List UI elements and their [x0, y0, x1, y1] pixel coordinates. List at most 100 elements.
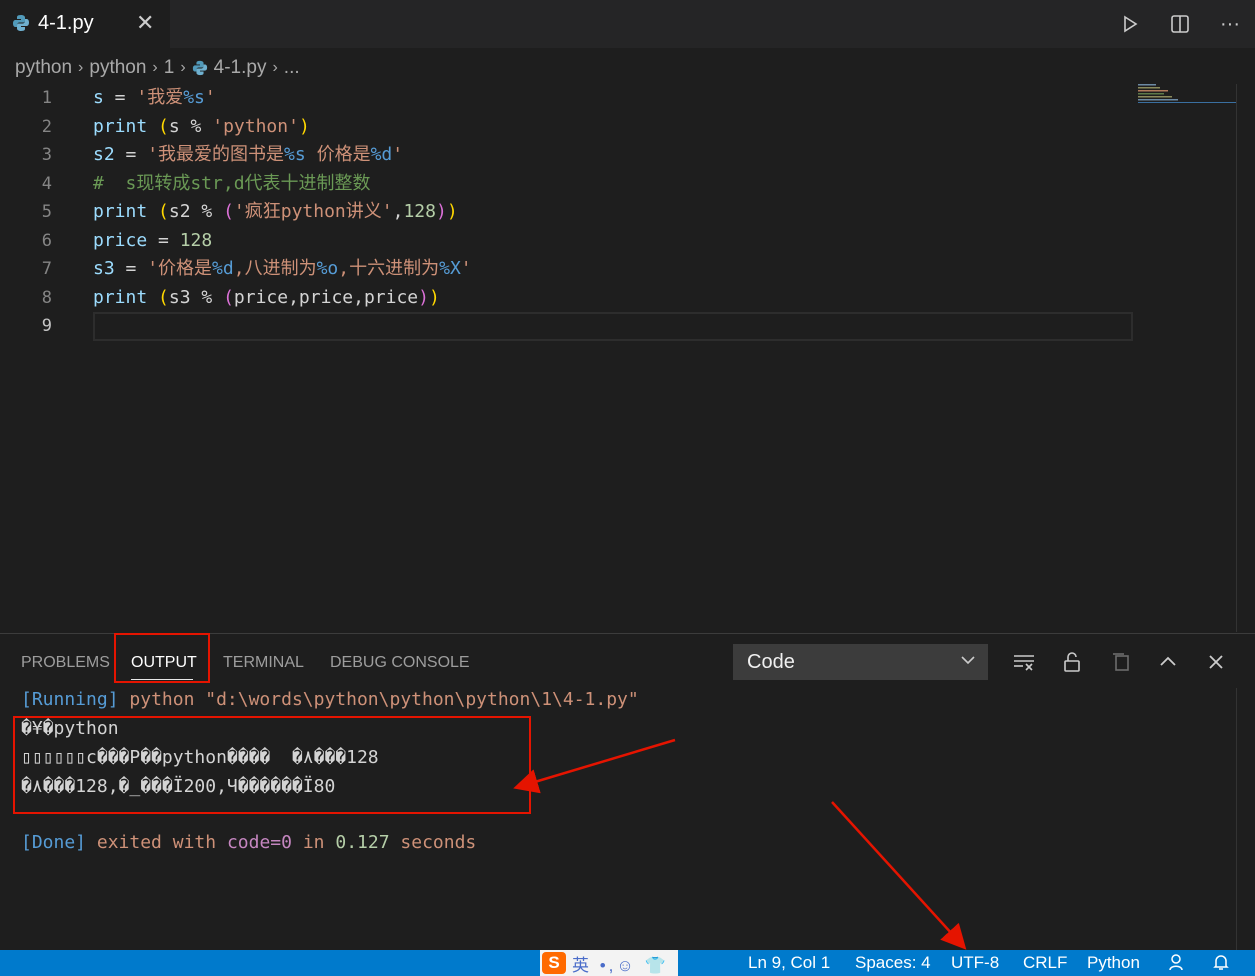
elapsed-time: 0.127 [335, 832, 390, 853]
code-token: = [103, 87, 137, 108]
chevron-right-icon: › [78, 59, 84, 76]
code-line[interactable]: # s现转成str,d代表十进制整数 [93, 170, 1133, 199]
code-token: s3 [93, 258, 115, 279]
play-icon [1124, 15, 1138, 33]
bottom-panel: PROBLEMS OUTPUT TERMINAL DEBUG CONSOLE C… [0, 633, 1255, 951]
breadcrumb-item[interactable]: ... [284, 57, 300, 79]
done-word: with [172, 832, 217, 853]
code-token: , [392, 201, 404, 222]
code-line[interactable]: s2 = '我最爱的图书是%s 价格是%d' [93, 141, 1133, 170]
cursor-position[interactable]: Ln 9, Col 1 [748, 953, 830, 973]
close-icon [1209, 655, 1223, 669]
split-editor-icon [1171, 15, 1189, 33]
editor-scrollbar[interactable] [1236, 84, 1255, 632]
code-token: ' [204, 87, 216, 108]
code-token: ) [418, 286, 429, 308]
code-line[interactable]: s = '我爱%s' [93, 84, 1133, 113]
code-line[interactable]: s3 = '价格是%d,八进制为%o,十六进制为%X' [93, 255, 1133, 284]
code-token: s % [168, 115, 213, 137]
chevron-right-icon: › [152, 59, 158, 76]
code-editor[interactable]: 123456789 s = '我爱%s' print (s % 'python')… [0, 84, 1255, 632]
indentation[interactable]: Spaces: 4 [855, 953, 931, 973]
open-log-file-button[interactable] [1107, 648, 1135, 676]
clear-output-button[interactable] [1010, 648, 1038, 676]
done-tag: [Done] [21, 832, 87, 853]
code-token: %d [212, 258, 234, 279]
code-token: ) [298, 115, 310, 137]
breadcrumb: python › python › 1 › 4-1.py › ... [15, 55, 300, 81]
chevron-down-icon [960, 652, 976, 673]
unlock-icon [1064, 652, 1080, 672]
code-line[interactable]: price = 128 [93, 227, 1133, 256]
output-scrollbar[interactable] [1236, 688, 1255, 951]
code-line[interactable]: print (s3 % (price,price,price)) [93, 284, 1133, 313]
code-line[interactable] [93, 312, 1133, 341]
code-line[interactable]: print (s2 % ('疯狂python讲义',128)) [93, 198, 1133, 227]
running-tag: [Running] [21, 689, 119, 710]
ime-status-text: 英 •,☺ 👕 [572, 955, 669, 975]
code-token: ' [392, 144, 404, 165]
code-token: %s [183, 87, 205, 108]
code-token: '价格是 [147, 258, 213, 279]
code-token: ) [428, 286, 440, 308]
code-token: = [114, 258, 148, 279]
code-token: print [93, 201, 148, 222]
line-number-gutter: 1 2 3 4 5 6 7 8 9 [0, 84, 60, 341]
language-mode[interactable]: Python [1087, 953, 1140, 973]
tab-terminal[interactable]: TERMINAL [223, 654, 304, 672]
minimap[interactable] [1138, 84, 1238, 104]
python-file-icon [192, 60, 207, 76]
code-token: 价格是 [305, 144, 371, 165]
editor-tab[interactable]: 4-1.py ✕ [0, 0, 170, 48]
line-number: 1 [41, 88, 52, 108]
code-token: %d [370, 144, 393, 165]
close-tab-icon[interactable]: ✕ [136, 10, 154, 36]
bell-icon[interactable] [1212, 953, 1230, 976]
tab-problems[interactable]: PROBLEMS [21, 654, 110, 672]
code-token: ( [223, 286, 234, 308]
code-area[interactable]: s = '我爱%s' print (s % 'python') s2 = '我最爱的… [93, 84, 1133, 341]
done-word: exited [96, 832, 162, 853]
output-channel-select[interactable]: Code [733, 644, 988, 680]
code-token: %s [284, 144, 306, 165]
code-token: ) [446, 201, 458, 222]
breadcrumb-item[interactable]: 1 [164, 57, 175, 79]
breadcrumb-item[interactable]: 4-1.py [214, 57, 267, 79]
code-token: %o [316, 258, 339, 279]
breadcrumb-item[interactable]: python [15, 57, 72, 79]
run-file-button[interactable] [1105, 10, 1155, 38]
close-panel-button[interactable] [1202, 648, 1230, 676]
code-token: ,十六进制为 [338, 258, 440, 279]
tab-debug-console[interactable]: DEBUG CONSOLE [330, 654, 470, 672]
code-token: s2 % [168, 201, 224, 222]
done-word: in [302, 832, 325, 853]
end-of-line[interactable]: CRLF [1023, 953, 1067, 973]
split-editor-button[interactable] [1155, 10, 1205, 38]
encoding[interactable]: UTF-8 [951, 953, 999, 973]
chevron-right-icon: › [272, 59, 278, 76]
breadcrumb-item[interactable]: python [89, 57, 146, 79]
code-line[interactable]: print (s % 'python') [93, 113, 1133, 142]
line-number: 3 [41, 145, 52, 165]
code-token: price,price,price [233, 286, 419, 308]
lock-scroll-button[interactable] [1058, 648, 1086, 676]
code-token: ' [460, 258, 472, 279]
code-token: print [93, 286, 148, 308]
running-command: python "d:\words\python\python\python\1\… [129, 689, 639, 710]
code-token: print [93, 115, 148, 137]
exit-code: code=0 [226, 832, 292, 853]
code-token: ( [158, 201, 169, 222]
code-token: = [147, 229, 180, 251]
code-token: ( [158, 115, 169, 137]
ime-toolbar[interactable]: S 英 •,☺ 👕 [540, 950, 678, 976]
editor-tab-bar: 4-1.py ✕ ··· [0, 0, 1255, 48]
line-number: 9 [41, 316, 52, 336]
code-token: # s现转成str,d代表十进制整数 [93, 172, 371, 194]
more-actions-button[interactable]: ··· [1205, 10, 1255, 38]
line-number: 8 [41, 287, 52, 308]
maximize-panel-button[interactable] [1154, 648, 1182, 676]
feedback-icon[interactable] [1168, 953, 1188, 976]
code-token: '我爱 [136, 87, 184, 108]
code-token: price [93, 229, 148, 251]
